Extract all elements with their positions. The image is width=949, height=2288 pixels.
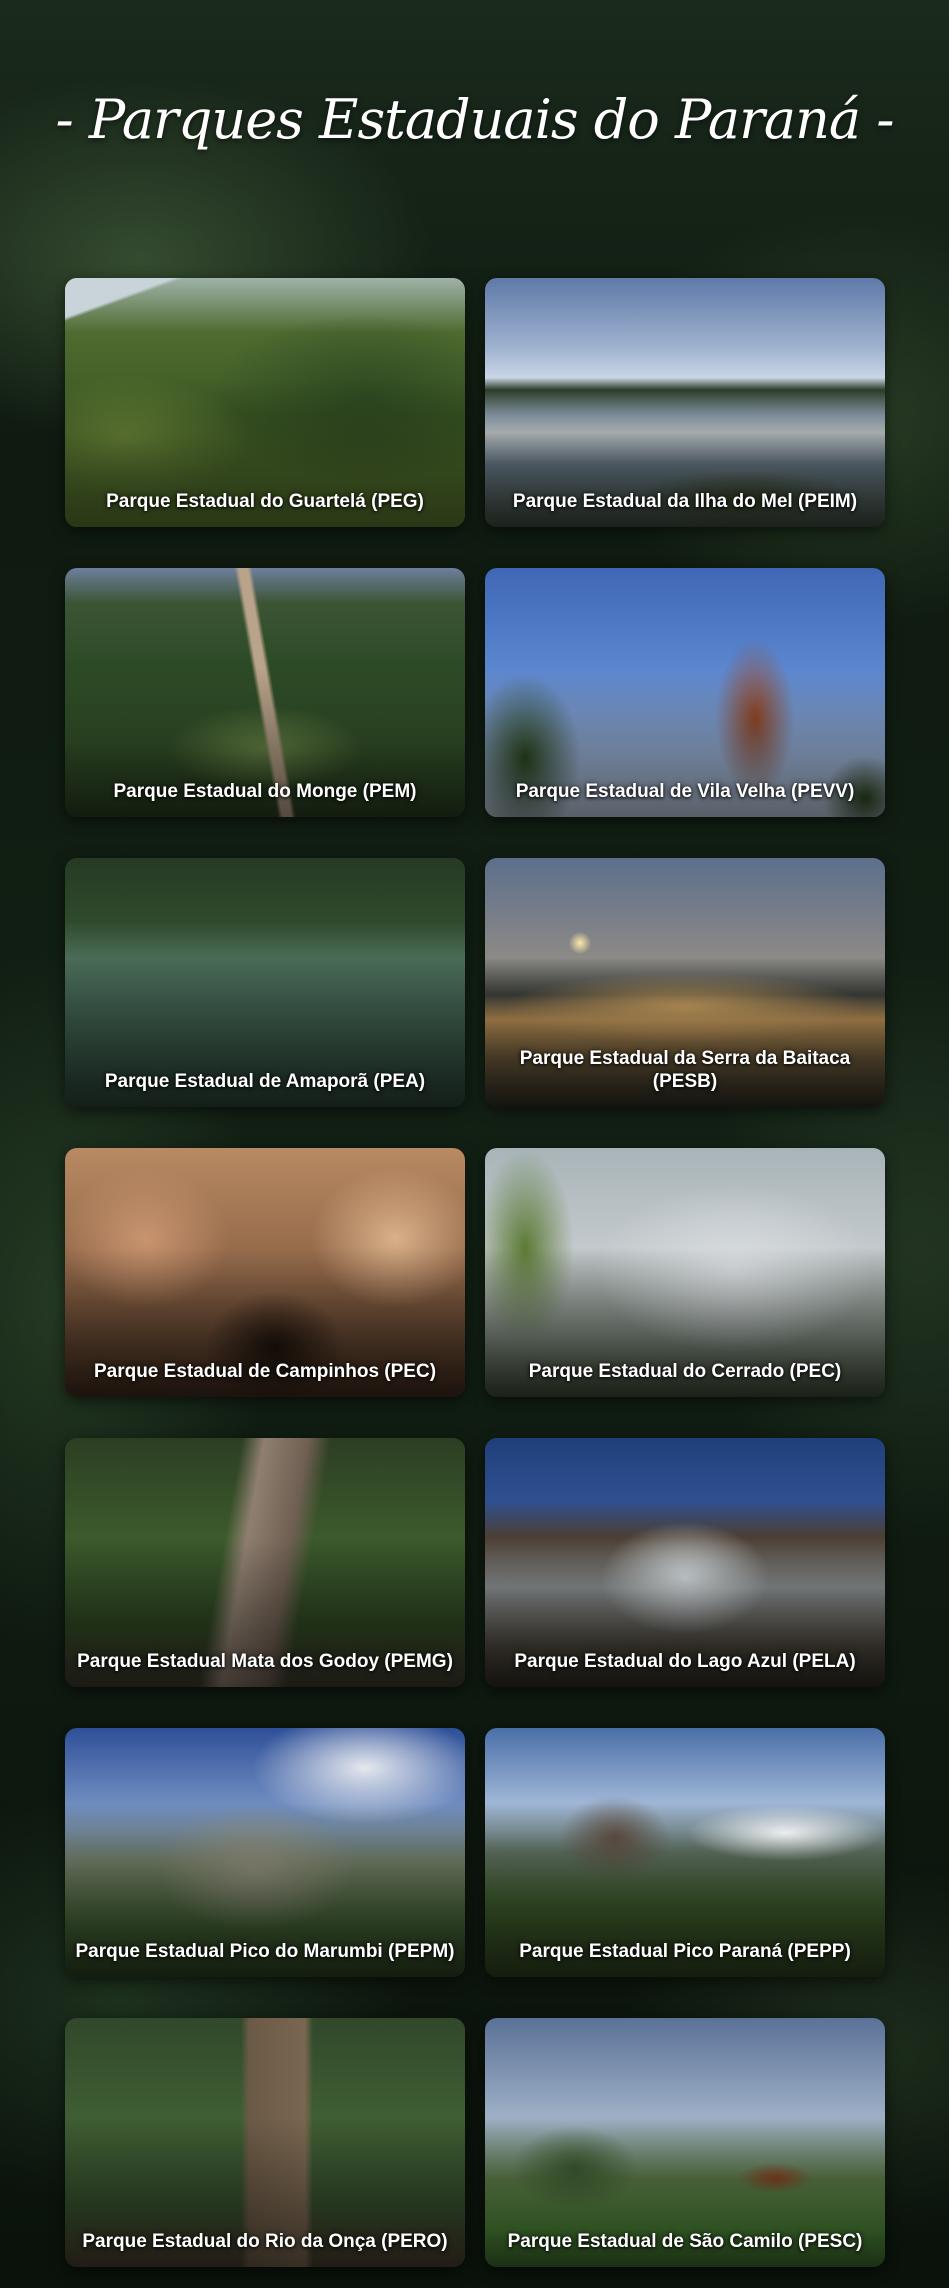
- park-card-label: Parque Estadual Pico Paraná (PEPP): [519, 1941, 851, 1962]
- park-card-label: Parque Estadual de Vila Velha (PEVV): [515, 781, 855, 802]
- parks-grid: Parque Estadual do Guartelá (PEG) Parque…: [65, 278, 885, 2267]
- park-card-label: Parque Estadual do Guartelá (PEG): [106, 491, 424, 512]
- park-card-cerrado[interactable]: Parque Estadual do Cerrado (PEC): [485, 1148, 885, 1397]
- park-card-label: Parque Estadual de Amaporã (PEA): [104, 1071, 426, 1092]
- park-card-label: Parque Estadual do Rio da Onça (PERO): [82, 2231, 448, 2252]
- park-card-vila-velha[interactable]: Parque Estadual de Vila Velha (PEVV): [485, 568, 885, 817]
- park-card-amapora[interactable]: Parque Estadual de Amaporã (PEA): [65, 858, 465, 1107]
- park-card-label: Parque Estadual do Lago Azul (PELA): [514, 1651, 856, 1672]
- park-card-ilha-do-mel[interactable]: Parque Estadual da Ilha do Mel (PEIM): [485, 278, 885, 527]
- park-card-mata-dos-godoy[interactable]: Parque Estadual Mata dos Godoy (PEMG): [65, 1438, 465, 1687]
- park-card-pico-parana[interactable]: Parque Estadual Pico Paraná (PEPP): [485, 1728, 885, 1977]
- park-card-label: Parque Estadual de São Camilo (PESC): [507, 2231, 863, 2252]
- park-card-label: Parque Estadual Mata dos Godoy (PEMG): [77, 1651, 453, 1672]
- park-card-label: Parque Estadual Pico do Marumbi (PEPM): [75, 1941, 455, 1962]
- park-card-lago-azul[interactable]: Parque Estadual do Lago Azul (PELA): [485, 1438, 885, 1687]
- page-title: - Parques Estaduais do Paraná -: [55, 88, 895, 151]
- park-card-sao-camilo[interactable]: Parque Estadual de São Camilo (PESC): [485, 2018, 885, 2267]
- park-card-campinhos[interactable]: Parque Estadual de Campinhos (PEC): [65, 1148, 465, 1397]
- park-card-rio-da-onca[interactable]: Parque Estadual do Rio da Onça (PERO): [65, 2018, 465, 2267]
- park-card-monge[interactable]: Parque Estadual do Monge (PEM): [65, 568, 465, 817]
- park-card-label: Parque Estadual de Campinhos (PEC): [93, 1361, 437, 1382]
- park-card-label: Parque Estadual do Cerrado (PEC): [528, 1361, 842, 1382]
- park-card-serra-da-baitaca[interactable]: Parque Estadual da Serra da Baitaca (PES…: [485, 858, 885, 1107]
- park-card-pico-do-marumbi[interactable]: Parque Estadual Pico do Marumbi (PEPM): [65, 1728, 465, 1977]
- park-card-label: Parque Estadual da Serra da Baitaca (PES…: [519, 1048, 851, 1092]
- park-card-label: Parque Estadual do Monge (PEM): [113, 781, 417, 802]
- park-card-guartela[interactable]: Parque Estadual do Guartelá (PEG): [65, 278, 465, 527]
- park-card-label: Parque Estadual da Ilha do Mel (PEIM): [512, 491, 858, 512]
